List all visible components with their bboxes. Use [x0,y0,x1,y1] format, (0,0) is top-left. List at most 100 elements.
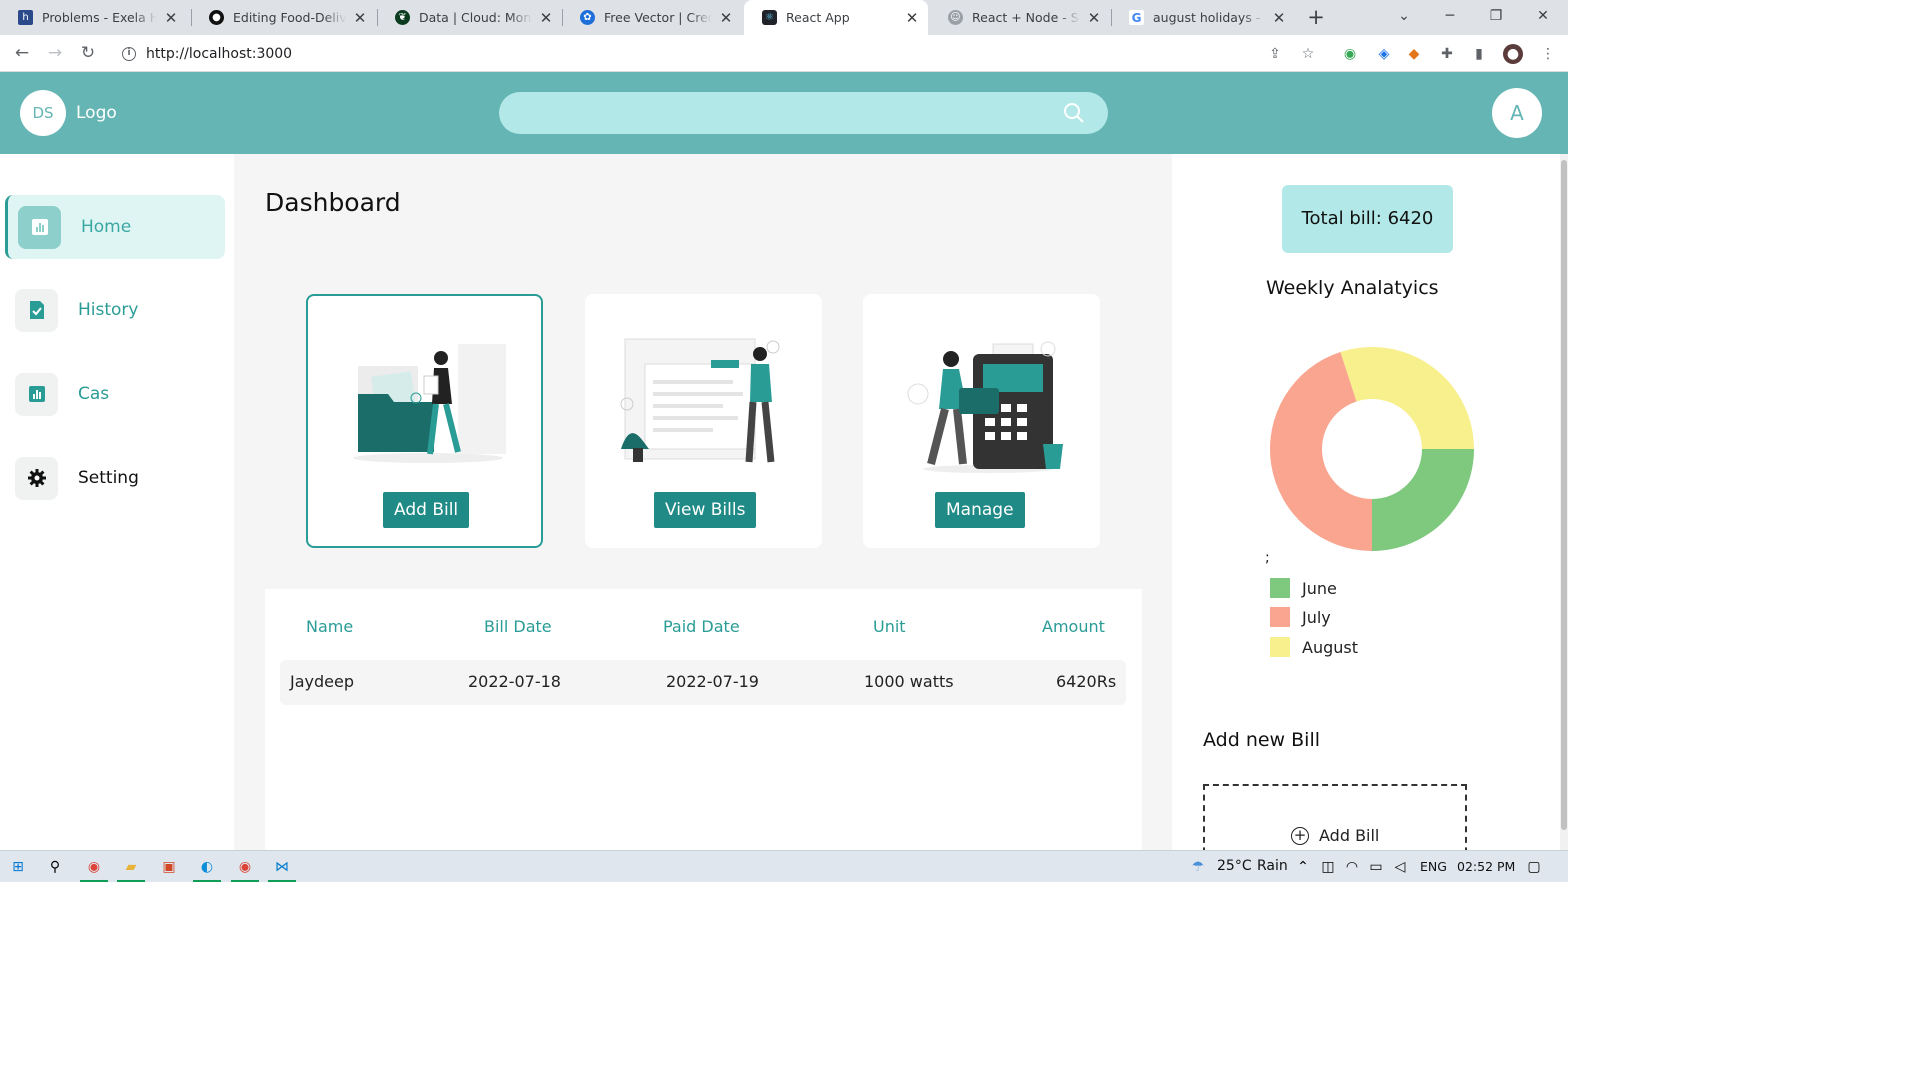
main-content: Dashboard Add Bill View Bills Manage Nam… [234,154,1172,850]
weather-temp[interactable]: 25°C [1217,858,1252,874]
extension-icon[interactable]: ◉ [1340,44,1360,64]
tab-title: Data | Cloud: MongoDB [419,10,532,25]
metamask-icon[interactable]: ◆ [1404,44,1424,64]
browser-toolbar: ← → ↻ i http://localhost:3000 ⇪ ☆ ◉ ◈ ◆ … [0,35,1568,72]
battery-icon[interactable]: ▭ [1366,857,1386,877]
edge-icon[interactable]: ◐ [197,857,217,877]
close-icon[interactable]: ✕ [1086,9,1102,27]
menu-kebab-icon[interactable]: ⋮ [1538,44,1558,64]
payment-terminal-illustration [907,341,1063,473]
weather-rain-icon[interactable]: ☂ [1188,857,1208,877]
wifi-icon[interactable]: ◠ [1342,857,1362,877]
windows-start-icon[interactable]: ⊞ [8,857,28,877]
browser-tab[interactable]: ☺ React + Node - Server ✕ [930,0,1110,35]
add-bill-action[interactable]: + Add Bill [1291,826,1379,845]
add-bill-button[interactable]: Add Bill [383,492,470,528]
legend-label: August [1302,637,1358,657]
table-row[interactable]: Jaydeep 2022-07-18 2022-07-19 1000 watts… [280,660,1126,705]
tab-search-icon[interactable]: ⌄ [1381,0,1427,35]
plus-circle-icon: + [1291,826,1309,845]
chevron-up-icon[interactable]: ⌃ [1293,857,1313,877]
manage-card[interactable]: Manage [863,294,1100,548]
running-indicator [80,880,108,882]
close-icon[interactable]: ✕ [538,9,554,27]
cell-paid-date: 2022-07-19 [666,672,759,691]
browser-tab[interactable]: G august holidays - Google ✕ [1111,0,1295,35]
mongodb-icon: ❦ [395,10,410,25]
add-bill-card[interactable]: Add Bill [306,294,543,548]
info-icon[interactable]: i [122,46,136,61]
extensions-puzzle-icon[interactable]: ✚ [1437,44,1457,64]
close-icon[interactable]: ✕ [718,9,734,27]
search-input[interactable] [499,92,1108,134]
close-icon[interactable]: ✕ [904,9,920,27]
gear-icon [15,456,58,500]
manage-button[interactable]: Manage [935,492,1025,528]
logo-text[interactable]: Logo [76,103,117,123]
search-icon[interactable]: ⚲ [45,857,65,877]
chrome-icon[interactable]: ◉ [235,857,255,877]
scrollbar-thumb[interactable] [1561,160,1567,830]
tab-title: Free Vector | Credit card [604,10,712,25]
sidebar-item-history[interactable]: History [5,278,225,342]
forward-icon[interactable]: → [44,42,66,64]
minimize-button[interactable]: ─ [1427,0,1473,35]
new-tab-button[interactable]: + [1304,5,1328,29]
side-panel-icon[interactable]: ▮ [1469,44,1489,64]
cell-name: Jaydeep [290,672,354,691]
analytics-title: Weekly Analatyics [1266,277,1439,299]
window-close-button[interactable]: ✕ [1520,0,1566,35]
donut-slice-june[interactable] [1372,449,1474,551]
weather-desc[interactable]: Rain [1257,858,1288,874]
browser-tab[interactable]: ✿ Free Vector | Credit card ✕ [562,0,742,35]
donut-chart [1270,347,1474,551]
language-indicator[interactable]: ENG [1420,859,1447,874]
author-avatar-icon: ☺ [948,10,963,25]
hackerearth-icon: h [18,10,33,25]
donut-slice-august[interactable] [1340,347,1474,449]
total-bill-badge: Total bill: 6420 [1282,185,1453,253]
close-icon[interactable]: ✕ [1271,9,1287,27]
reload-icon[interactable]: ↻ [77,42,99,64]
bookmark-star-icon[interactable]: ☆ [1298,44,1318,64]
legend-label: June [1302,578,1337,598]
browser-tab[interactable]: ● Editing Food-Delivery ✕ [191,0,376,35]
column-header-name: Name [306,617,354,636]
tasks-illustration [620,338,780,463]
address-bar[interactable]: i http://localhost:3000 [112,40,1268,67]
network-icon[interactable]: ◫ [1318,857,1338,877]
back-icon[interactable]: ← [11,42,33,64]
close-icon[interactable]: ✕ [352,9,368,27]
ds-badge[interactable]: DS [20,90,66,136]
browser-tab-active[interactable]: ⚛ React App ✕ [744,0,928,35]
sidebar-item-label: Setting [78,468,139,488]
sidebar-item-setting[interactable]: Setting [5,446,225,510]
close-icon[interactable]: ✕ [163,9,179,27]
user-avatar[interactable]: A [1492,88,1542,138]
url-text: http://localhost:3000 [146,45,293,62]
search-icon[interactable] [1062,101,1086,125]
tab-title: React App [786,10,850,25]
browser-tab[interactable]: h Problems - Exela Hiring ✕ [0,0,187,35]
notification-icon[interactable]: ▢ [1524,857,1544,877]
view-bills-button[interactable]: View Bills [654,492,757,528]
extension-icon[interactable]: ◈ [1374,44,1394,64]
browser-tab[interactable]: ❦ Data | Cloud: MongoDB ✕ [377,0,562,35]
volume-icon[interactable]: ◁ [1390,857,1410,877]
page-scrollbar[interactable] [1560,154,1568,850]
file-explorer-icon[interactable]: ▰ [121,857,141,877]
bills-table: Name Bill Date Paid Date Unit Amount Jay… [265,589,1142,850]
chrome-icon[interactable]: ◉ [84,857,104,877]
sidebar-item-label: History [78,300,139,320]
view-bills-card[interactable]: View Bills [585,294,822,548]
sidebar-item-cas[interactable]: Cas [5,362,225,426]
share-icon[interactable]: ⇪ [1265,44,1285,64]
restore-button[interactable]: ❐ [1473,0,1519,35]
cell-bill-date: 2022-07-18 [468,672,561,691]
profile-avatar-icon[interactable]: ● [1503,44,1523,64]
cell-unit: 1000 watts [864,672,954,691]
clock[interactable]: 02:52 PM [1457,859,1515,874]
vscode-icon[interactable]: ⋈ [272,857,292,877]
powerpoint-icon[interactable]: ▣ [159,857,179,877]
sidebar-item-home[interactable]: Home [5,195,225,259]
